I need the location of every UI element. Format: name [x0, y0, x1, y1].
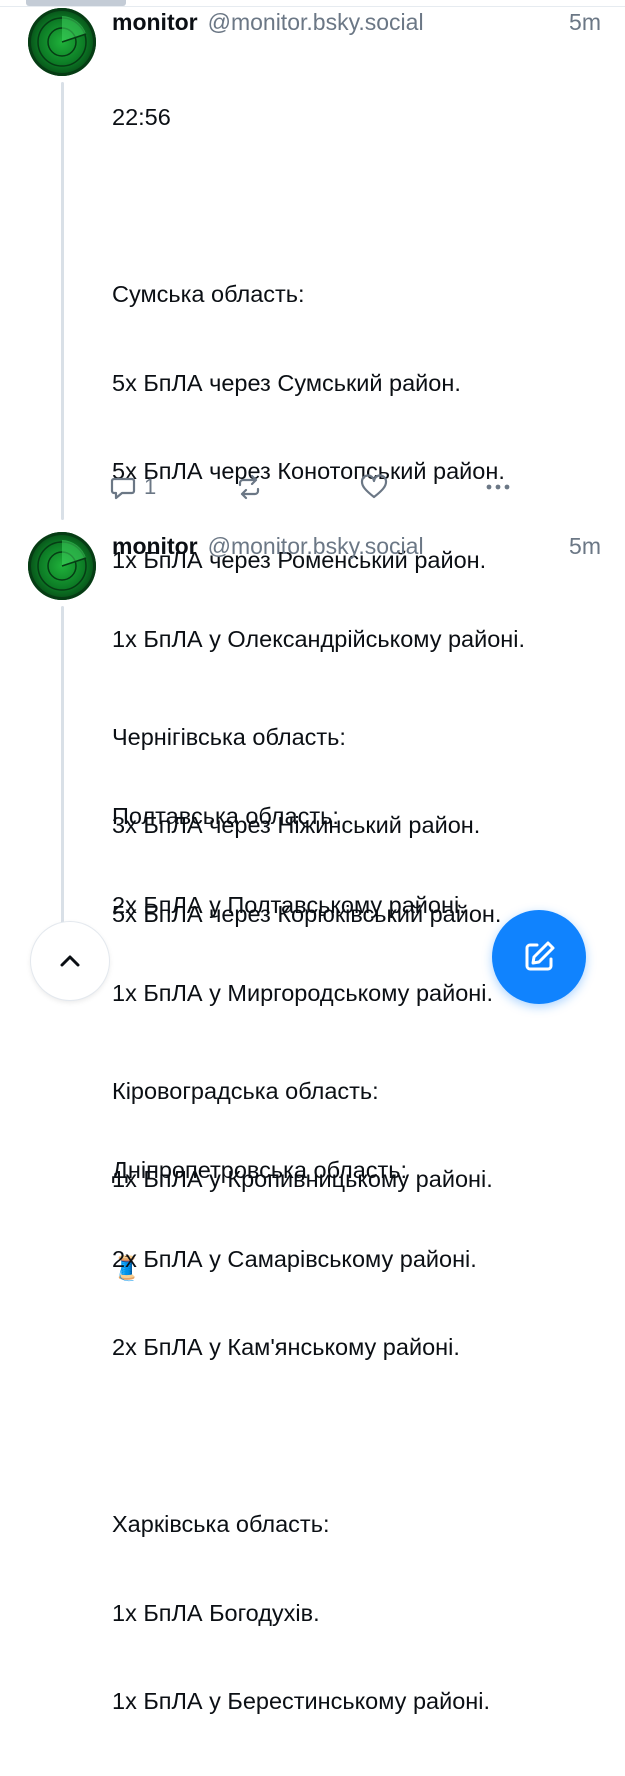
author-handle[interactable]: @monitor.bsky.social	[208, 9, 424, 36]
reply-count: 1	[144, 474, 157, 499]
avatar[interactable]	[28, 8, 96, 76]
reply-icon	[110, 477, 136, 500]
chevron-up-icon	[60, 955, 80, 967]
post-line: 1х БпЛА у Олександрійському районі.	[112, 626, 526, 652]
post-line: 22:56	[112, 104, 171, 130]
post-actions: 1	[108, 470, 528, 504]
post-line: 1х БпЛА Богодухів.	[112, 1599, 320, 1626]
repost-button[interactable]	[234, 472, 359, 502]
like-button[interactable]	[359, 472, 483, 502]
scroll-to-top-button[interactable]	[31, 922, 109, 1000]
post-header: monitor @monitor.bsky.social 5m	[112, 533, 601, 563]
compose-button[interactable]	[492, 910, 586, 1004]
more-button[interactable]	[483, 472, 513, 502]
avatar[interactable]	[28, 532, 96, 600]
post-line	[112, 192, 612, 222]
reply-button[interactable]: 1	[108, 472, 234, 502]
compose-icon	[525, 941, 555, 971]
more-icon	[486, 484, 510, 490]
post-line: Харківська область:	[112, 1511, 330, 1537]
post-line: 2х БпЛА у Кам'янському районі.	[112, 1334, 460, 1360]
post-line: Дніпропетровська область:	[112, 1157, 408, 1183]
thread-line	[61, 606, 64, 926]
heart-icon	[360, 474, 388, 499]
post-line: 2х БпЛА у Самарівському районі.	[112, 1245, 477, 1272]
post-line	[112, 1068, 612, 1098]
post-line	[112, 714, 612, 744]
post-line: Сумська область:	[112, 281, 305, 307]
author-name[interactable]: monitor	[112, 533, 198, 560]
post-line	[112, 1422, 612, 1452]
post-line: Полтавська область:	[112, 803, 339, 829]
thread-line	[61, 82, 64, 520]
repost-icon	[238, 474, 260, 500]
post-time[interactable]: 5m	[569, 9, 601, 36]
author-handle[interactable]: @monitor.bsky.social	[208, 533, 424, 560]
post-text: 1х БпЛА у Олександрійському районі. Полт…	[112, 566, 612, 1776]
post-header: monitor @monitor.bsky.social 5m	[112, 9, 601, 39]
post-line: 5х БпЛА через Сумський район.	[112, 369, 461, 396]
post-line: 1х БпЛА у Берестинському районі.	[112, 1688, 491, 1714]
author-name[interactable]: monitor	[112, 9, 198, 36]
post[interactable]: monitor @monitor.bsky.social 5m 22:56 Су…	[0, 0, 625, 1281]
post-time[interactable]: 5m	[569, 533, 601, 560]
